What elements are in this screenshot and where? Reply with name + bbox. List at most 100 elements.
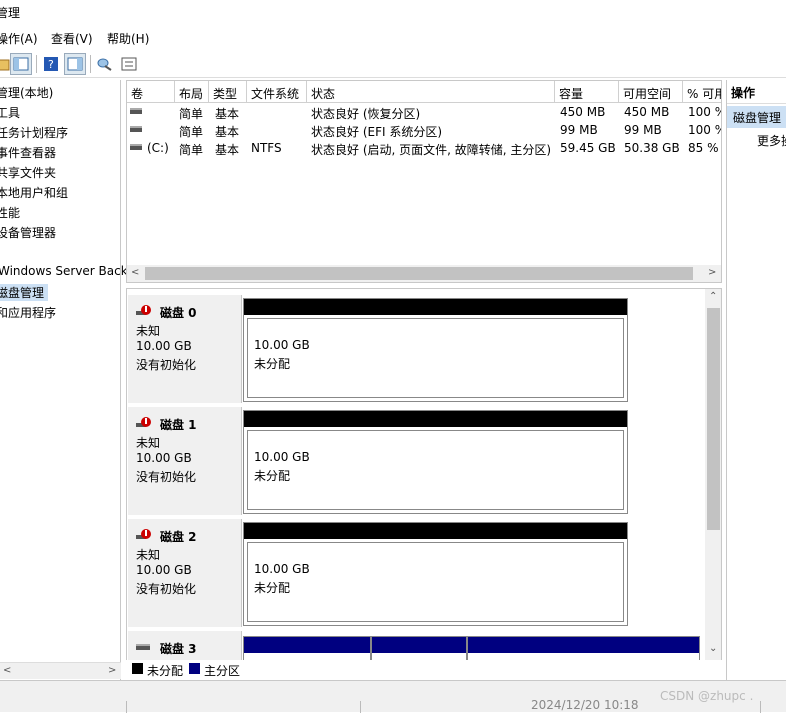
- help-icon[interactable]: ?: [40, 53, 62, 75]
- tree-item-event-viewer[interactable]: 事件查看器: [0, 144, 56, 161]
- svg-text:?: ?: [48, 58, 54, 71]
- disk-size: 10.00 GB: [136, 563, 192, 577]
- disk-unknown-icon: [136, 304, 152, 321]
- disk-name: 磁盘 0: [160, 306, 197, 320]
- volume-status: 状态良好 (启动, 页面文件, 故障转储, 主分区): [311, 143, 551, 157]
- tree-horizontal-scrollbar[interactable]: < >: [0, 662, 121, 679]
- connect-icon[interactable]: [94, 53, 116, 75]
- partition-state: 未分配: [254, 469, 291, 483]
- volume-capacity: 99 MB: [560, 123, 598, 137]
- volume-horizontal-scrollbar[interactable]: < >: [127, 265, 721, 282]
- watermark: CSDN @zhupc .: [660, 689, 754, 703]
- actions-more[interactable]: 更多操: [757, 132, 786, 149]
- column-header-volume[interactable]: 卷: [127, 81, 175, 103]
- volume-layout: 简单: [179, 143, 204, 157]
- toolbar-separator: [90, 55, 91, 73]
- show-hide-tree-button[interactable]: [10, 53, 32, 75]
- disk-info-0[interactable]: 磁盘 0 未知 10.00 GB 没有初始化: [128, 295, 242, 403]
- scrollbar-thumb[interactable]: [707, 308, 720, 530]
- status-divider: [760, 701, 761, 713]
- column-header-type[interactable]: 类型: [209, 81, 247, 103]
- window-title: 管理: [0, 6, 21, 20]
- primary-swatch: [189, 663, 200, 674]
- tree-item-performance[interactable]: 性能: [0, 204, 20, 221]
- disk-kind: 未知: [136, 548, 161, 562]
- tree-item-services-apps[interactable]: 和应用程序: [0, 304, 56, 321]
- status-divider: [360, 701, 361, 713]
- tree-item-disk-management[interactable]: 磁盘管理: [0, 284, 49, 301]
- disk-name: 磁盘 2: [160, 530, 197, 544]
- menu-action[interactable]: 操作(A): [0, 30, 38, 47]
- volume-layout: 简单: [179, 125, 204, 139]
- volume-capacity: 450 MB: [560, 105, 606, 119]
- unallocated-swatch: [132, 663, 143, 674]
- disk-view-vertical-scrollbar[interactable]: ⌃ ⌄: [705, 289, 721, 662]
- partition-body: 10.00 GB 未分配: [247, 430, 624, 510]
- partition-unallocated[interactable]: 10.00 GB 未分配: [243, 522, 628, 626]
- toolbar-separator: [36, 55, 37, 73]
- volume-free: 450 MB: [624, 105, 670, 119]
- status-divider: [126, 701, 127, 713]
- clock: 2024/12/20 10:18: [531, 698, 639, 712]
- column-header-filesystem[interactable]: 文件系统: [247, 81, 307, 103]
- disk-size: 10.00 GB: [136, 451, 192, 465]
- scroll-left-icon[interactable]: <: [3, 665, 11, 676]
- column-header-percent-free[interactable]: % 可用: [683, 81, 721, 103]
- drive-icon: [129, 141, 143, 156]
- partition-size: 10.00 GB: [254, 450, 310, 464]
- scroll-right-icon[interactable]: >: [708, 267, 716, 278]
- status-bar: 2024/12/20 10:18 CSDN @zhupc .: [0, 680, 786, 713]
- column-header-status[interactable]: 状态: [307, 81, 555, 103]
- tree-item-computer-management[interactable]: 管理(本地): [0, 84, 53, 101]
- properties-icon[interactable]: [118, 53, 140, 75]
- partition-body: 10.00 GB 未分配: [247, 542, 624, 622]
- title-bar: 管理: [0, 0, 786, 26]
- partition-bar: [372, 637, 466, 653]
- scroll-down-icon[interactable]: ⌄: [709, 643, 717, 654]
- disk-size: 10.00 GB: [136, 339, 192, 353]
- column-header-layout[interactable]: 布局: [175, 81, 209, 103]
- scroll-right-icon[interactable]: >: [108, 665, 116, 676]
- actions-disk-management[interactable]: 磁盘管理: [727, 106, 786, 128]
- disk-icon: [136, 640, 152, 657]
- actions-header: 操作: [727, 80, 786, 104]
- volume-type: 基本: [215, 125, 240, 139]
- disk-graphical-view: 磁盘 0 未知 10.00 GB 没有初始化 10.00 GB 未分配 磁盘 1…: [126, 288, 722, 680]
- disk-name: 磁盘 1: [160, 418, 197, 432]
- tree-item-system-tools[interactable]: 工具: [0, 104, 20, 121]
- tree-item-local-users-groups[interactable]: 本地用户和组: [0, 184, 68, 201]
- show-action-pane-button[interactable]: [64, 53, 86, 75]
- menu-view[interactable]: 查看(V): [51, 30, 93, 47]
- partition-unallocated[interactable]: 10.00 GB 未分配: [243, 410, 628, 514]
- disk-unknown-icon: [136, 416, 152, 433]
- drive-icon: [129, 105, 143, 120]
- volume-type: 基本: [215, 107, 240, 121]
- tree-item-windows-server-backup[interactable]: Windows Server Back: [0, 264, 128, 278]
- volume-status: 状态良好 (EFI 系统分区): [311, 125, 443, 139]
- tree-item-task-scheduler[interactable]: 任务计划程序: [0, 124, 68, 141]
- disk-unknown-icon: [136, 528, 152, 545]
- scrollbar-thumb[interactable]: [145, 267, 693, 280]
- column-header-capacity[interactable]: 容量: [555, 81, 619, 103]
- column-header-free-space[interactable]: 可用空间: [619, 81, 683, 103]
- partition-state: 未分配: [254, 357, 291, 371]
- volume-status: 状态良好 (恢复分区): [311, 107, 421, 121]
- tree-item-device-manager[interactable]: 设备管理器: [0, 224, 56, 241]
- disk-state: 没有初始化: [136, 582, 197, 596]
- partition-unallocated[interactable]: 10.00 GB 未分配: [243, 298, 628, 402]
- partition-bar: [244, 523, 627, 539]
- console-tree: 管理(本地) 工具 任务计划程序 事件查看器 共享文件夹 本地用户和组 性能 设…: [0, 80, 128, 680]
- scroll-left-icon[interactable]: <: [131, 267, 139, 278]
- volume-list: 卷 布局 类型 文件系统 状态 容量 可用空间 % 可用 简单 基本 状态良好 …: [126, 80, 722, 283]
- tree-item-shared-folders[interactable]: 共享文件夹: [0, 164, 56, 181]
- partition-bar: [468, 637, 699, 653]
- scroll-up-icon[interactable]: ⌃: [709, 291, 717, 302]
- disk-info-2[interactable]: 磁盘 2 未知 10.00 GB 没有初始化: [128, 519, 242, 627]
- menu-help[interactable]: 帮助(H): [107, 30, 149, 47]
- legend-primary: 主分区: [204, 664, 241, 678]
- volume-type: 基本: [215, 143, 240, 157]
- menu-bar: 操作(A) 查看(V) 帮助(H): [0, 26, 786, 50]
- disk-kind: 未知: [136, 324, 161, 338]
- disk-kind: 未知: [136, 436, 161, 450]
- disk-info-1[interactable]: 磁盘 1 未知 10.00 GB 没有初始化: [128, 407, 242, 515]
